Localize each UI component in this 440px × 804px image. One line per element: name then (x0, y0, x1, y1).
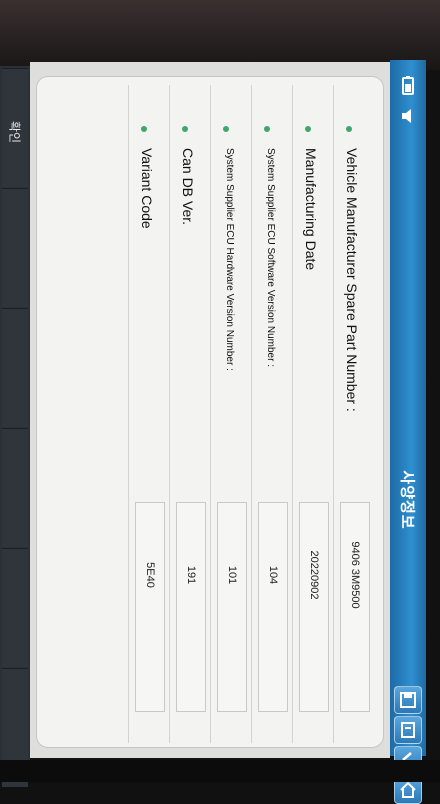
value-manufacturing-date: 20220902 (308, 550, 320, 600)
value-sw-version: 104 (267, 565, 279, 585)
confirm-button-label: 확인 (7, 120, 22, 144)
row-divider (333, 85, 334, 743)
side-key-2[interactable] (2, 188, 28, 307)
value-hw-version: 101 (226, 565, 238, 585)
device-bezel-bottom (0, 760, 440, 782)
row-bullet (141, 126, 147, 132)
row-divider (292, 85, 293, 743)
title-bar: 사양정보 (390, 60, 426, 804)
row-bullet (182, 126, 188, 132)
value-variant-code: 5E40 (144, 562, 156, 588)
device-bezel-top (0, 0, 440, 70)
value-box-sw-version: 104 (258, 502, 288, 712)
print-icon[interactable] (394, 716, 422, 744)
row-label-variant-code: Variant Code (139, 148, 155, 229)
battery-icon (396, 74, 420, 98)
page-title: 사양정보 (398, 470, 416, 530)
side-key-strip (0, 66, 31, 787)
row-bullet (346, 126, 352, 132)
row-bullet (264, 126, 270, 132)
value-box-can-db: 191 (176, 502, 206, 712)
spec-info-panel (36, 76, 384, 748)
spec-info-screen: Vehicle Manufacturer Spare Part Number :… (30, 62, 390, 758)
row-label-manufacturing-date: Manufacturing Date (303, 148, 319, 271)
row-bullet (223, 126, 229, 132)
row-divider (128, 85, 129, 743)
value-box-hw-version: 101 (217, 502, 247, 712)
row-label-hw-version: System Supplier ECU Hardware Version Num… (224, 148, 235, 371)
row-label-sw-version: System Supplier ECU Software Version Num… (265, 148, 276, 367)
side-key-4[interactable] (2, 428, 28, 547)
row-label-spare-part: Vehicle Manufacturer Spare Part Number : (344, 148, 360, 412)
save-icon[interactable] (394, 686, 422, 714)
row-label-can-db: Can DB Ver. (180, 148, 196, 226)
row-divider (169, 85, 170, 743)
row-divider (210, 85, 211, 743)
value-can-db: 191 (185, 565, 197, 585)
side-key-3[interactable] (2, 308, 28, 427)
value-box-spare-part: 9406 3M9500 (340, 502, 370, 712)
row-divider (251, 85, 252, 743)
side-key-5[interactable] (2, 548, 28, 667)
value-box-manufacturing-date: 20220902 (299, 502, 329, 712)
value-box-variant-code: 5E40 (135, 502, 165, 712)
row-bullet (305, 126, 311, 132)
speaker-icon (396, 104, 420, 128)
value-spare-part: 9406 3M9500 (349, 541, 361, 609)
